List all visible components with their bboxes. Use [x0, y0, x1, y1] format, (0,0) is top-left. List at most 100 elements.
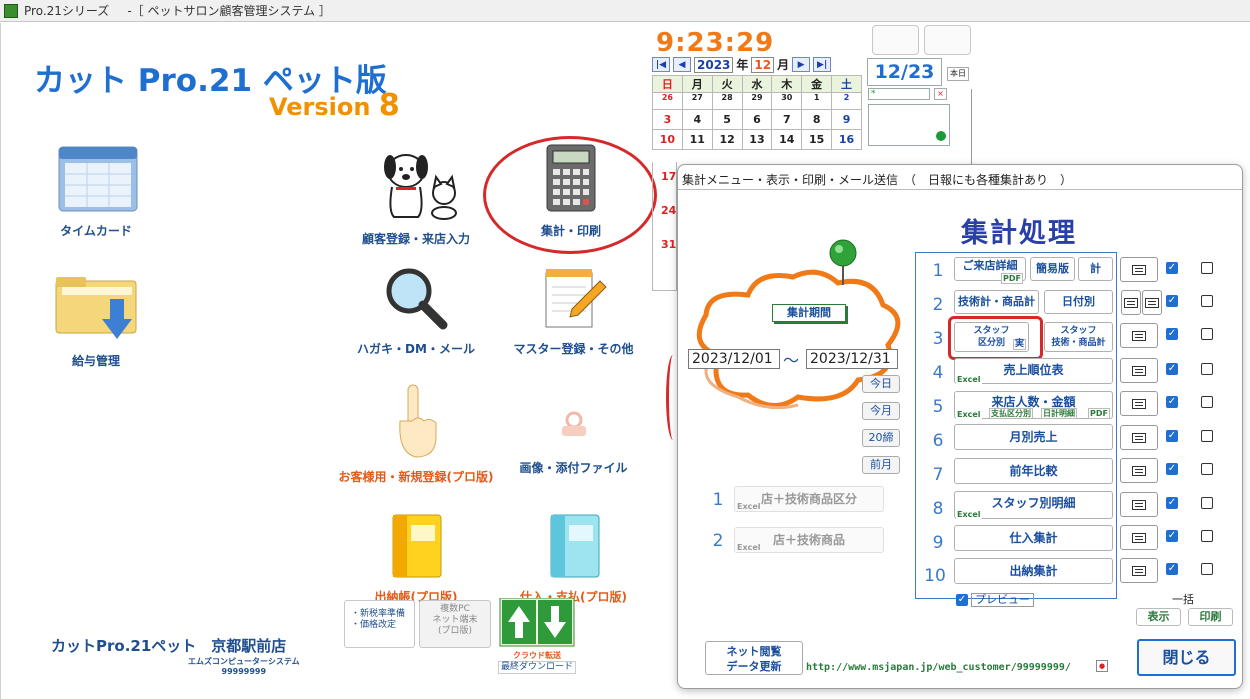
- mail-icon[interactable]: [1120, 391, 1158, 416]
- print-checkbox[interactable]: ✓: [1166, 328, 1178, 340]
- mail-icon[interactable]: [1120, 425, 1158, 450]
- next-month-icon[interactable]: ▶: [792, 57, 811, 72]
- mail-checkbox[interactable]: [1201, 262, 1213, 274]
- mail-checkbox[interactable]: [1201, 328, 1213, 340]
- mail-checkbox[interactable]: [1201, 295, 1213, 307]
- calendar-day[interactable]: 17: [661, 170, 676, 183]
- calendar-day[interactable]: 11: [681, 129, 713, 150]
- store-category-button[interactable]: 店＋技術商品区分 Excel: [734, 486, 884, 512]
- calendar-day[interactable]: 12: [711, 129, 743, 150]
- postcard-dm-mail-menu[interactable]: ハガキ・DM・メール: [351, 263, 481, 357]
- cashbook-menu[interactable]: 出納帳(プロ版): [356, 511, 476, 605]
- calendar-day[interactable]: 30: [771, 92, 803, 110]
- first-month-icon[interactable]: |◀: [652, 57, 670, 72]
- mail-checkbox[interactable]: [1201, 463, 1213, 475]
- calendar-day[interactable]: 6: [741, 109, 773, 130]
- print-checkbox[interactable]: ✓: [1166, 396, 1178, 408]
- today-button[interactable]: 本日: [947, 67, 969, 81]
- mail-checkbox[interactable]: [1201, 363, 1213, 375]
- mail-checkbox[interactable]: [1201, 497, 1213, 509]
- mail-icon[interactable]: [1121, 290, 1141, 315]
- sales-ranking-button[interactable]: 売上順位表 Excel: [954, 358, 1113, 384]
- tax-price-button[interactable]: ・新税率準備 ・価格改定: [344, 600, 415, 648]
- calendar-day[interactable]: 3: [652, 109, 683, 130]
- cashbook-summary-button[interactable]: 出納集計: [954, 558, 1113, 584]
- by-date-button[interactable]: 日付別: [1044, 290, 1113, 314]
- calendar-month[interactable]: 12: [751, 56, 775, 73]
- calendar-day[interactable]: 27: [681, 92, 713, 110]
- store-product-button[interactable]: 店＋技術商品 Excel: [734, 527, 884, 553]
- master-registration-menu[interactable]: マスター登録・その他: [501, 263, 646, 357]
- simple-version-button[interactable]: 簡易版: [1030, 257, 1075, 281]
- calendar-year[interactable]: 2023: [694, 56, 734, 73]
- customer-menu[interactable]: 顧客登録・来店入力: [351, 141, 481, 247]
- mail-icon[interactable]: [1120, 358, 1158, 383]
- this-month-button[interactable]: 今月: [862, 402, 900, 420]
- mail-icon[interactable]: [1120, 323, 1158, 348]
- top-button-2[interactable]: [924, 25, 971, 55]
- print-checkbox[interactable]: ✓: [1166, 463, 1178, 475]
- calendar-day[interactable]: 10: [652, 129, 683, 150]
- print-checkbox[interactable]: ✓: [1166, 430, 1178, 442]
- mail-icon[interactable]: [1120, 525, 1158, 550]
- web-url-link[interactable]: http://www.msjapan.jp/web_customer/99999…: [806, 662, 1071, 673]
- print-checkbox[interactable]: ✓: [1166, 262, 1178, 274]
- mail-icon[interactable]: [1142, 290, 1162, 315]
- calendar-day[interactable]: 4: [681, 109, 713, 130]
- print-checkbox[interactable]: ✓: [1166, 363, 1178, 375]
- memo-green-dot-icon[interactable]: [936, 131, 946, 141]
- staff-detail-button[interactable]: スタッフ別明細 Excel: [954, 491, 1113, 519]
- calendar-day[interactable]: 9: [831, 109, 862, 130]
- timecard-menu[interactable]: タイムカード: [41, 141, 151, 239]
- preview-checkbox[interactable]: ✓: [956, 594, 968, 606]
- memo-clear-icon[interactable]: ×: [934, 88, 947, 100]
- cutoff-20-button[interactable]: 20締: [862, 429, 900, 447]
- staff-tech-product-button[interactable]: スタッフ 技術・商品計: [1044, 322, 1113, 352]
- net-view-update-button[interactable]: ネット閲覧 データ更新: [705, 641, 803, 675]
- calendar-day[interactable]: 24: [661, 204, 676, 217]
- print-checkbox[interactable]: ✓: [1166, 530, 1178, 542]
- total-button[interactable]: 計: [1078, 257, 1113, 281]
- mail-checkbox[interactable]: [1201, 430, 1213, 442]
- monthly-sales-button[interactable]: 月別売上: [954, 424, 1113, 450]
- visit-detail-button[interactable]: ご来店詳細 PDF: [954, 257, 1026, 284]
- calendar-day[interactable]: 15: [801, 129, 833, 150]
- today-range-button[interactable]: 今日: [862, 375, 900, 393]
- prev-month-icon[interactable]: ◀: [673, 57, 691, 72]
- mail-checkbox[interactable]: [1201, 530, 1213, 542]
- last-month-icon[interactable]: ▶|: [813, 57, 832, 72]
- calendar-day[interactable]: 13: [741, 129, 773, 150]
- purchase-summary-button[interactable]: 仕入集計: [954, 525, 1113, 551]
- mail-checkbox[interactable]: [1201, 396, 1213, 408]
- calendar-day[interactable]: 31: [661, 238, 676, 251]
- mail-icon[interactable]: [1120, 492, 1158, 517]
- calendar-day[interactable]: 1: [801, 92, 833, 110]
- guest-registration-menu[interactable]: お客様用・新規登録(プロ版): [336, 381, 496, 485]
- cloud-transfer-button[interactable]: クラウド転送 最終ダウンロード: [498, 597, 576, 674]
- url-marker-icon[interactable]: ●: [1096, 660, 1108, 672]
- preview-toggle[interactable]: ✓ プレビュー: [956, 593, 1034, 607]
- mail-icon[interactable]: [1120, 558, 1158, 583]
- mail-icon[interactable]: [1120, 458, 1158, 483]
- calendar-day[interactable]: 5: [711, 109, 743, 130]
- calendar-day[interactable]: 26: [652, 92, 683, 110]
- date-from-input[interactable]: 2023/12/01: [688, 349, 780, 369]
- calendar-day[interactable]: 16: [831, 129, 862, 150]
- close-button[interactable]: 閉じる: [1137, 639, 1236, 676]
- last-month-button[interactable]: 前月: [862, 456, 900, 474]
- calendar-day[interactable]: 14: [771, 129, 803, 150]
- print-checkbox[interactable]: ✓: [1166, 497, 1178, 509]
- bulk-show-button[interactable]: 表示: [1136, 608, 1181, 626]
- purchase-payment-menu[interactable]: 仕入・支払(プロ版): [506, 511, 641, 605]
- calendar-day[interactable]: 8: [801, 109, 833, 130]
- date-to-input[interactable]: 2023/12/31: [806, 349, 898, 369]
- year-comparison-button[interactable]: 前年比較: [954, 458, 1113, 484]
- images-attachments-menu[interactable]: 画像・添付ファイル: [501, 408, 646, 476]
- multi-pc-button[interactable]: 複数PC ネット端末 (プロ版): [419, 600, 491, 648]
- mail-icon[interactable]: [1120, 257, 1158, 282]
- print-checkbox[interactable]: ✓: [1166, 563, 1178, 575]
- calendar-day[interactable]: 2: [831, 92, 862, 110]
- payroll-menu[interactable]: 給与管理: [41, 273, 151, 369]
- top-button-1[interactable]: [872, 25, 919, 55]
- print-checkbox[interactable]: ✓: [1166, 295, 1178, 307]
